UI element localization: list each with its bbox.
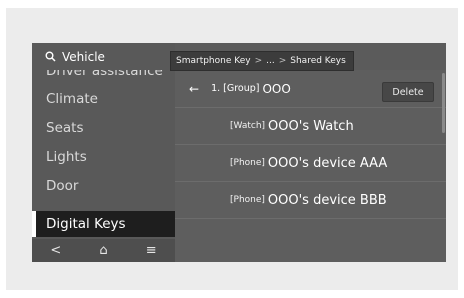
sidebar-item-climate[interactable]: Climate [32, 85, 175, 113]
menu-icon[interactable]: ≡ [141, 241, 161, 261]
bottom-nav-bar: < ⌂ ≡ [32, 239, 175, 262]
sidebar-item-label: Door [46, 178, 79, 194]
scrollbar[interactable] [442, 73, 445, 133]
active-indicator [32, 211, 36, 237]
sidebar-item-door[interactable]: Door [32, 172, 175, 200]
device-type-tag: [Phone] [230, 158, 265, 168]
search-icon [44, 51, 56, 63]
sidebar-item-label: Lights [46, 149, 87, 165]
delete-button[interactable]: Delete [382, 82, 434, 102]
vehicle-settings-screen: Vehicle Driver assistance Climate Seats … [32, 43, 446, 262]
breadcrumb-item-current: Shared Keys [290, 56, 346, 66]
breadcrumb: Smartphone Key > ... > Shared Keys [170, 51, 354, 71]
group-name: OOO [262, 81, 291, 96]
device-row-phone-aaa[interactable]: [Phone] OOO's device AAA [175, 145, 446, 182]
breadcrumb-item[interactable]: ... [266, 56, 275, 66]
sidebar-item-label: Digital Keys [46, 216, 126, 232]
back-nav-icon[interactable]: < [46, 241, 66, 261]
device-name: OOO's Watch [268, 118, 354, 134]
breadcrumb-separator: > [278, 56, 287, 66]
sidebar-header[interactable]: Vehicle [32, 43, 175, 70]
sidebar-item-lights[interactable]: Lights [32, 143, 175, 171]
device-name: OOO's device BBB [267, 192, 387, 208]
home-icon[interactable]: ⌂ [93, 241, 113, 261]
sidebar-item-digital-keys[interactable]: Digital Keys [32, 211, 175, 237]
device-row-watch[interactable]: [Watch] OOO's Watch [175, 108, 446, 145]
sidebar-header-label: Vehicle [62, 49, 105, 64]
breadcrumb-separator: > [254, 56, 263, 66]
device-type-tag: [Phone] [230, 195, 265, 205]
device-name: OOO's device AAA [267, 155, 388, 171]
sidebar: Vehicle Driver assistance Climate Seats … [32, 43, 175, 262]
sidebar-item-label: Climate [46, 91, 98, 107]
breadcrumb-item[interactable]: Smartphone Key [176, 56, 251, 66]
sidebar-item-seats[interactable]: Seats [32, 114, 175, 142]
back-arrow-icon[interactable]: ← [189, 82, 199, 96]
shared-keys-panel: ← 1. [Group] OOO Delete [Watch] OOO's Wa… [175, 70, 446, 262]
device-type-tag: [Watch] [230, 121, 266, 131]
sidebar-item-label: Seats [46, 120, 84, 136]
device-row-phone-bbb[interactable]: [Phone] OOO's device BBB [175, 182, 446, 219]
group-label: 1. [Group] [211, 83, 260, 94]
